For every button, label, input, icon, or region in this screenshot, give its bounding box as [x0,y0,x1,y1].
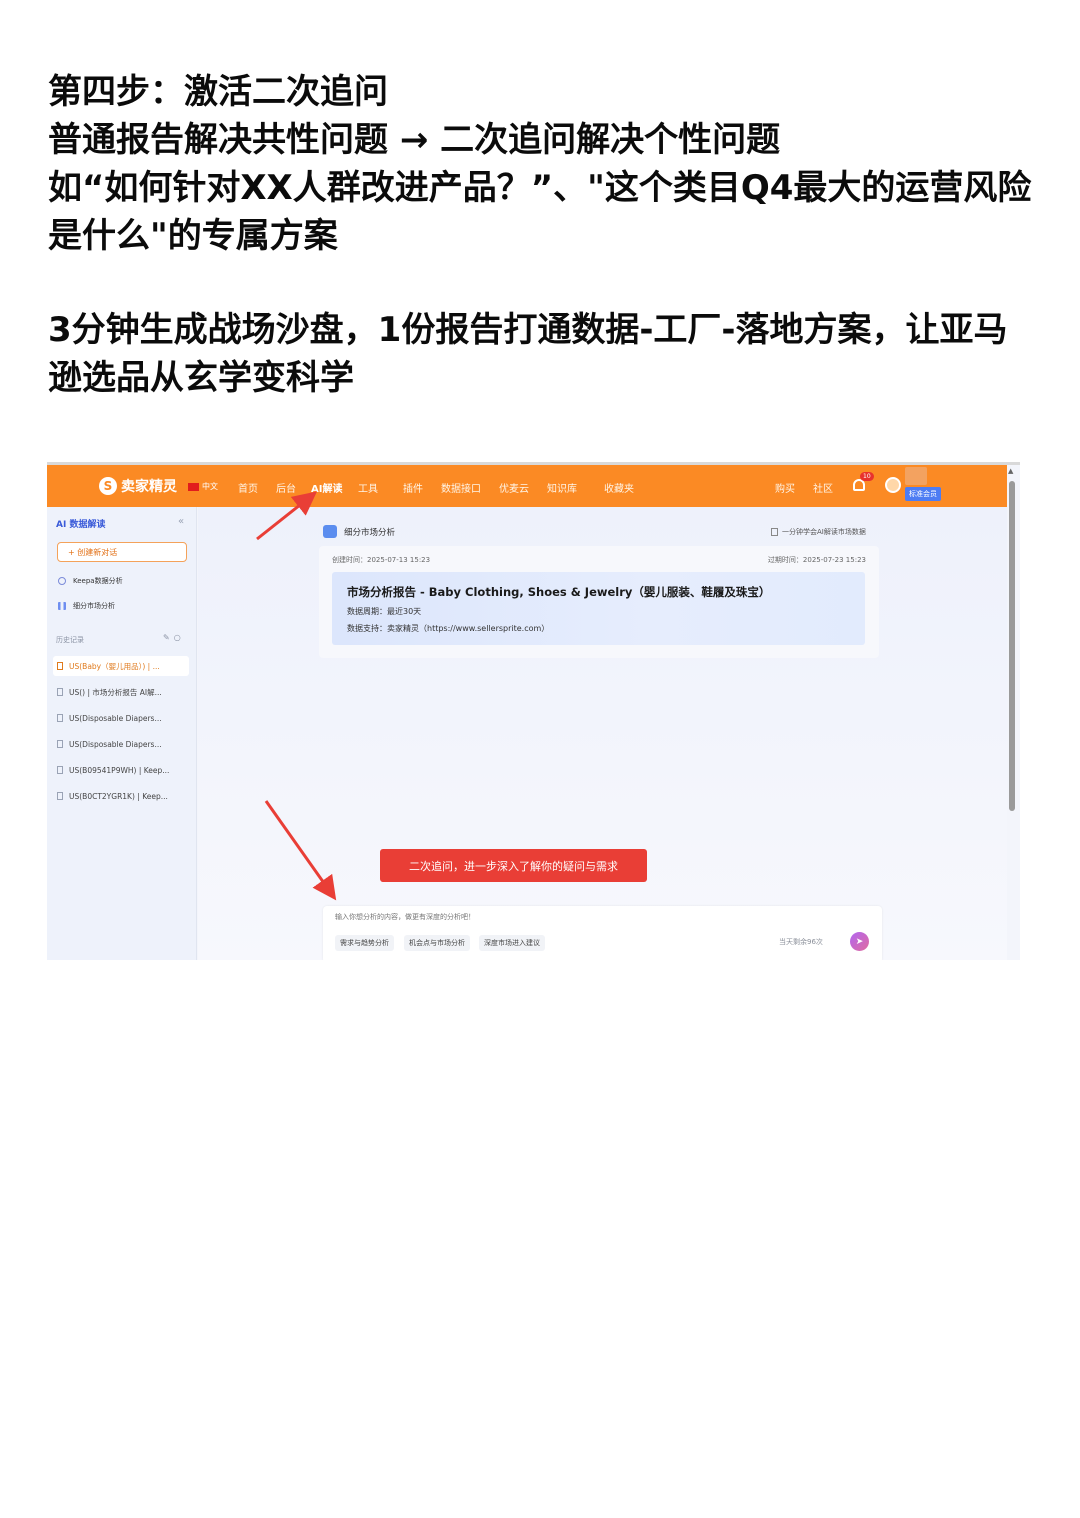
headline-line-2: 普通报告解决共性问题 → 二次追问解决个性问题 [48,120,781,160]
history-item-label: US(Disposable Diapers... [69,739,162,749]
history-label: 历史记录 [56,636,84,644]
sidebar-item-keepa[interactable]: Keepa数据分析 [58,576,123,586]
nav-tools[interactable]: 工具 [358,480,378,495]
headline-line-3: 如“如何针对XX人群改进产品？”、"这个类目Q4最大的运营风险是什么"的专属方案 [48,168,1032,256]
ai-module-icon [323,525,337,538]
collapse-icon[interactable]: « [178,516,184,527]
search-icon[interactable]: ○ [174,633,185,642]
report-summary[interactable]: 市场分析报告 - Baby Clothing, Shoes & Jewelry（… [332,572,865,645]
notification-badge: 10 [860,472,874,481]
suggestion-chip[interactable]: 深度市场进入建议 [479,935,545,951]
history-item[interactable]: US(Disposable Diapers... [53,708,189,728]
nav-ai[interactable]: AI解读 [311,480,342,495]
tutorial-link[interactable]: 一分钟学会AI解读市场数据 [771,527,866,537]
history-item[interactable]: US(B0CT2YGR1K) | Keep... [53,786,189,806]
sidebar: AI 数据解读 « + 创建新对话 Keepa数据分析 细分市场分析 历史记录 … [47,507,197,960]
logo-icon: S [99,477,117,495]
history-item[interactable]: US() | 市场分析报告 AI解... [53,682,189,702]
report-source: 数据支持：卖家精灵（https://www.sellersprite.com） [347,624,550,633]
nav-api[interactable]: 数据接口 [441,480,481,495]
member-badge: 标准会员 [905,487,941,501]
send-button[interactable]: ➤ [850,932,869,951]
history-item[interactable]: US(Disposable Diapers... [53,734,189,754]
document-icon [57,792,63,800]
nav-home[interactable]: 首页 [238,480,258,495]
logo-text: 卖家精灵 [121,479,177,495]
document-icon [57,714,63,722]
sidebar-item-label: 细分市场分析 [73,602,115,610]
quota-remaining: 当天剩余96次 [779,938,823,946]
history-item-label: US(Baby（婴儿用品）) | ... [69,661,160,671]
created-time: 创建时间：2025-07-13 15:23 [332,556,431,564]
document-icon [771,528,778,536]
document-icon [57,662,63,670]
annotation-callout: 二次追问，进一步深入了解你的疑问与需求 [380,849,647,882]
chart-icon [58,602,66,610]
sidebar-item-market[interactable]: 细分市场分析 [58,601,115,611]
nav-community[interactable]: 社区 [813,480,833,495]
chat-input[interactable] [335,913,755,921]
language-label: 中文 [202,482,218,491]
china-flag-icon [188,482,199,491]
headline-line-4: 3分钟生成战场沙盘，1份报告打通数据-工厂-落地方案，让亚马逊选品从玄学变科学 [48,310,1008,398]
new-chat-button[interactable]: + 创建新对话 [57,542,187,562]
module-title: 细分市场分析 [323,525,395,538]
history-item[interactable]: US(B09541P9WH) | Keep... [53,760,189,780]
report-period: 数据周期：最近30天 [347,607,422,616]
document-icon [57,766,63,774]
nav-plugins[interactable]: 插件 [403,480,423,495]
document-icon [57,740,63,748]
app-screenshot: S 卖家精灵 中文 首页 后台 AI解读 工具 插件 数据接口 优麦云 知识库 … [47,462,1020,960]
nav-knowledge[interactable]: 知识库 [547,480,577,495]
document-icon [57,688,63,696]
report-card[interactable]: 创建时间：2025-07-13 15:23 过期时间：2025-07-23 15… [319,546,879,658]
history-item-label: US() | 市场分析报告 AI解... [69,687,162,697]
suggestion-chip[interactable]: 需求与趋势分析 [335,935,394,951]
brand-logo[interactable]: S 卖家精灵 [99,476,177,496]
nav-buy[interactable]: 购买 [775,480,795,495]
history-item-label: US(B09541P9WH) | Keep... [69,765,170,775]
nav-youmaiyun[interactable]: 优麦云 [499,480,529,495]
nav-backend[interactable]: 后台 [276,480,296,495]
main-panel: 细分市场分析 一分钟学会AI解读市场数据 创建时间：2025-07-13 15:… [198,507,1007,960]
headline-block: 第四步：激活二次追问 普通报告解决共性问题 → 二次追问解决个性问题 如“如何针… [48,68,1038,260]
history-item-label: US(B0CT2YGR1K) | Keep... [69,791,168,801]
headline-line-1: 第四步：激活二次追问 [48,72,388,112]
module-title-text: 细分市场分析 [344,527,396,538]
scrollbar[interactable] [1009,481,1015,811]
keepa-icon [58,577,66,585]
tutorial-link-text: 一分钟学会AI解读市场数据 [782,528,866,536]
nav-favorites[interactable]: 收藏夹 [604,480,634,495]
chat-composer: 需求与趋势分析 机会点与市场分析 深度市场进入建议 当天剩余96次 ➤ [323,906,882,960]
history-tools: ✎○ [163,633,185,642]
scroll-up-icon[interactable]: ▲ [1008,467,1013,475]
clear-icon[interactable]: ✎ [163,633,174,642]
top-navbar: S 卖家精灵 中文 首页 后台 AI解读 工具 插件 数据接口 优麦云 知识库 … [47,465,1007,507]
history-item[interactable]: US(Baby（婴儿用品）) | ... [53,656,189,676]
language-switch[interactable]: 中文 [188,481,218,492]
expire-time: 过期时间：2025-07-23 15:23 [767,556,866,564]
suggestion-chip[interactable]: 机会点与市场分析 [404,935,470,951]
history-item-label: US(Disposable Diapers... [69,713,162,723]
avatar[interactable] [885,477,901,493]
report-title: 市场分析报告 - Baby Clothing, Shoes & Jewelry（… [347,585,771,599]
sidebar-item-label: Keepa数据分析 [73,577,123,585]
username-redacted [905,467,927,485]
sidebar-title: AI 数据解读 [56,520,106,530]
